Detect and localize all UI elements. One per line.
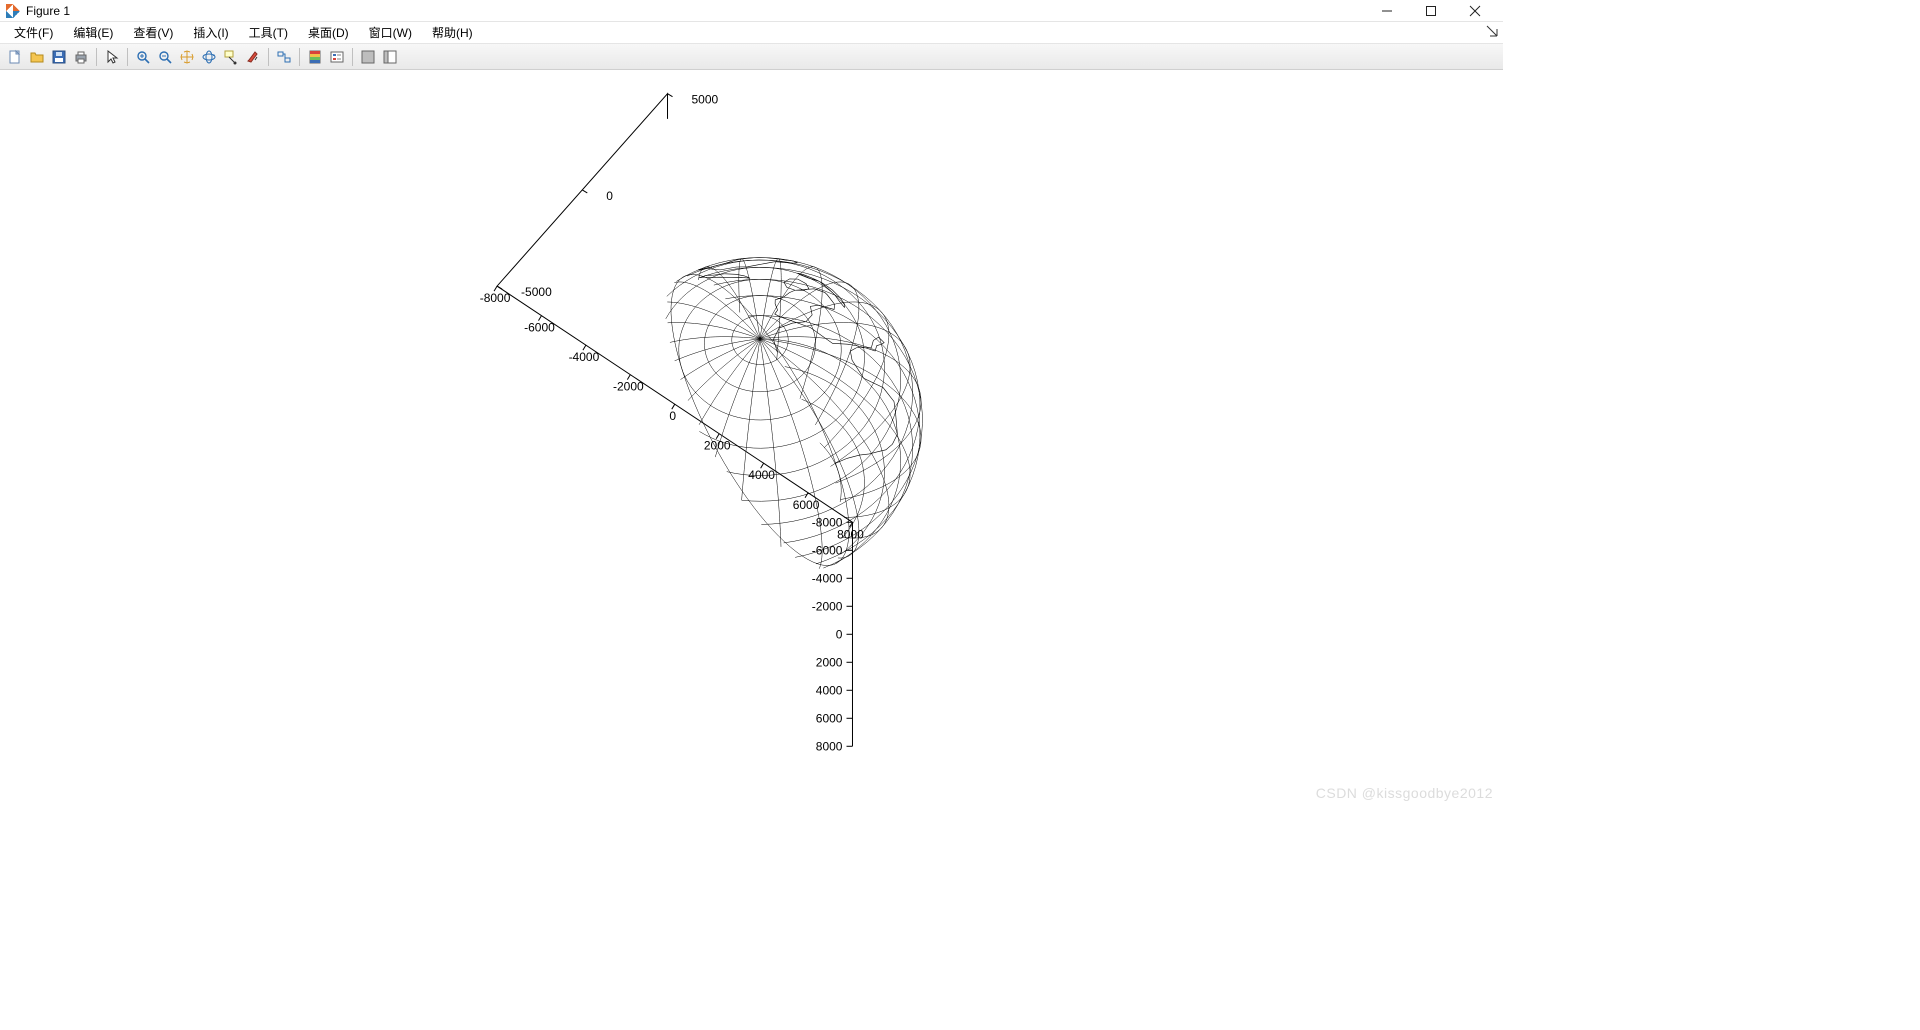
toolbar-separator: [299, 48, 300, 66]
link-icon[interactable]: [273, 46, 295, 68]
titlebar: Figure 1: [0, 0, 1503, 22]
window-title: Figure 1: [26, 4, 70, 18]
tick-label: 0: [606, 189, 613, 203]
maximize-button[interactable]: [1409, 0, 1453, 22]
tick-label: -2000: [613, 380, 644, 394]
tick-label: -8000: [480, 291, 511, 305]
axis-ticks: -8000 -6000 -4000 -2000 0 2000 4000 6000 8000 800…: [480, 93, 864, 754]
matlab-icon: [6, 4, 20, 18]
print-icon[interactable]: [70, 46, 92, 68]
figure-canvas[interactable]: -8000 -6000 -4000 -2000 0 2000 4000 6000 8000 800…: [0, 70, 1503, 807]
tick-label: -6000: [812, 543, 843, 557]
axes-3d[interactable]: -8000 -6000 -4000 -2000 0 2000 4000 6000 8000 800…: [0, 70, 1503, 807]
menubar: 文件(F) 编辑(E) 查看(V) 插入(I) 工具(T) 桌面(D) 窗口(W…: [0, 22, 1503, 44]
colorbar-icon[interactable]: [304, 46, 326, 68]
tick-label: 2000: [816, 655, 843, 669]
tick-label: 6000: [816, 711, 843, 725]
tick-label: 4000: [816, 683, 843, 697]
tick-label: -4000: [812, 571, 843, 585]
minimize-button[interactable]: [1365, 0, 1409, 22]
pointer-icon[interactable]: [101, 46, 123, 68]
tick-label: 8000: [837, 527, 864, 541]
brush-icon[interactable]: [242, 46, 264, 68]
tick-label: -4000: [569, 350, 600, 364]
tick-label: 0: [669, 409, 676, 423]
datatip-icon[interactable]: [220, 46, 242, 68]
rotate3d-icon[interactable]: [198, 46, 220, 68]
save-icon[interactable]: [48, 46, 70, 68]
menu-view[interactable]: 查看(V): [123, 22, 183, 43]
legend-icon[interactable]: [326, 46, 348, 68]
close-button[interactable]: [1453, 0, 1497, 22]
tick-label: -6000: [524, 321, 555, 335]
show-plottools-icon[interactable]: [379, 46, 401, 68]
toolbar-separator: [268, 48, 269, 66]
zoom-in-icon[interactable]: [132, 46, 154, 68]
open-file-icon[interactable]: [26, 46, 48, 68]
tick-label: 4000: [748, 468, 775, 482]
dock-arrow-icon[interactable]: [1485, 24, 1499, 38]
tick-label: 6000: [793, 498, 820, 512]
tick-label: 5000: [692, 93, 719, 107]
new-file-icon[interactable]: [4, 46, 26, 68]
tick-label: -2000: [812, 599, 843, 613]
menu-help[interactable]: 帮助(H): [422, 22, 483, 43]
menu-desktop[interactable]: 桌面(D): [298, 22, 359, 43]
toolbar-separator: [352, 48, 353, 66]
tick-label: 0: [836, 627, 843, 641]
menu-tools[interactable]: 工具(T): [239, 22, 298, 43]
tick-label: 8000: [816, 739, 843, 753]
menu-insert[interactable]: 插入(I): [183, 22, 238, 43]
toolbar-separator: [127, 48, 128, 66]
menu-window[interactable]: 窗口(W): [359, 22, 422, 43]
toolbar-separator: [96, 48, 97, 66]
tick-label: 2000: [704, 439, 731, 453]
menu-file[interactable]: 文件(F): [4, 22, 63, 43]
globe-wireframe: [666, 258, 923, 569]
hide-plottools-icon[interactable]: [357, 46, 379, 68]
zoom-out-icon[interactable]: [154, 46, 176, 68]
pan-icon[interactable]: [176, 46, 198, 68]
coastlines: [698, 258, 897, 464]
toolbar: [0, 44, 1503, 70]
menu-edit[interactable]: 编辑(E): [63, 22, 123, 43]
tick-label: -5000: [521, 285, 552, 299]
